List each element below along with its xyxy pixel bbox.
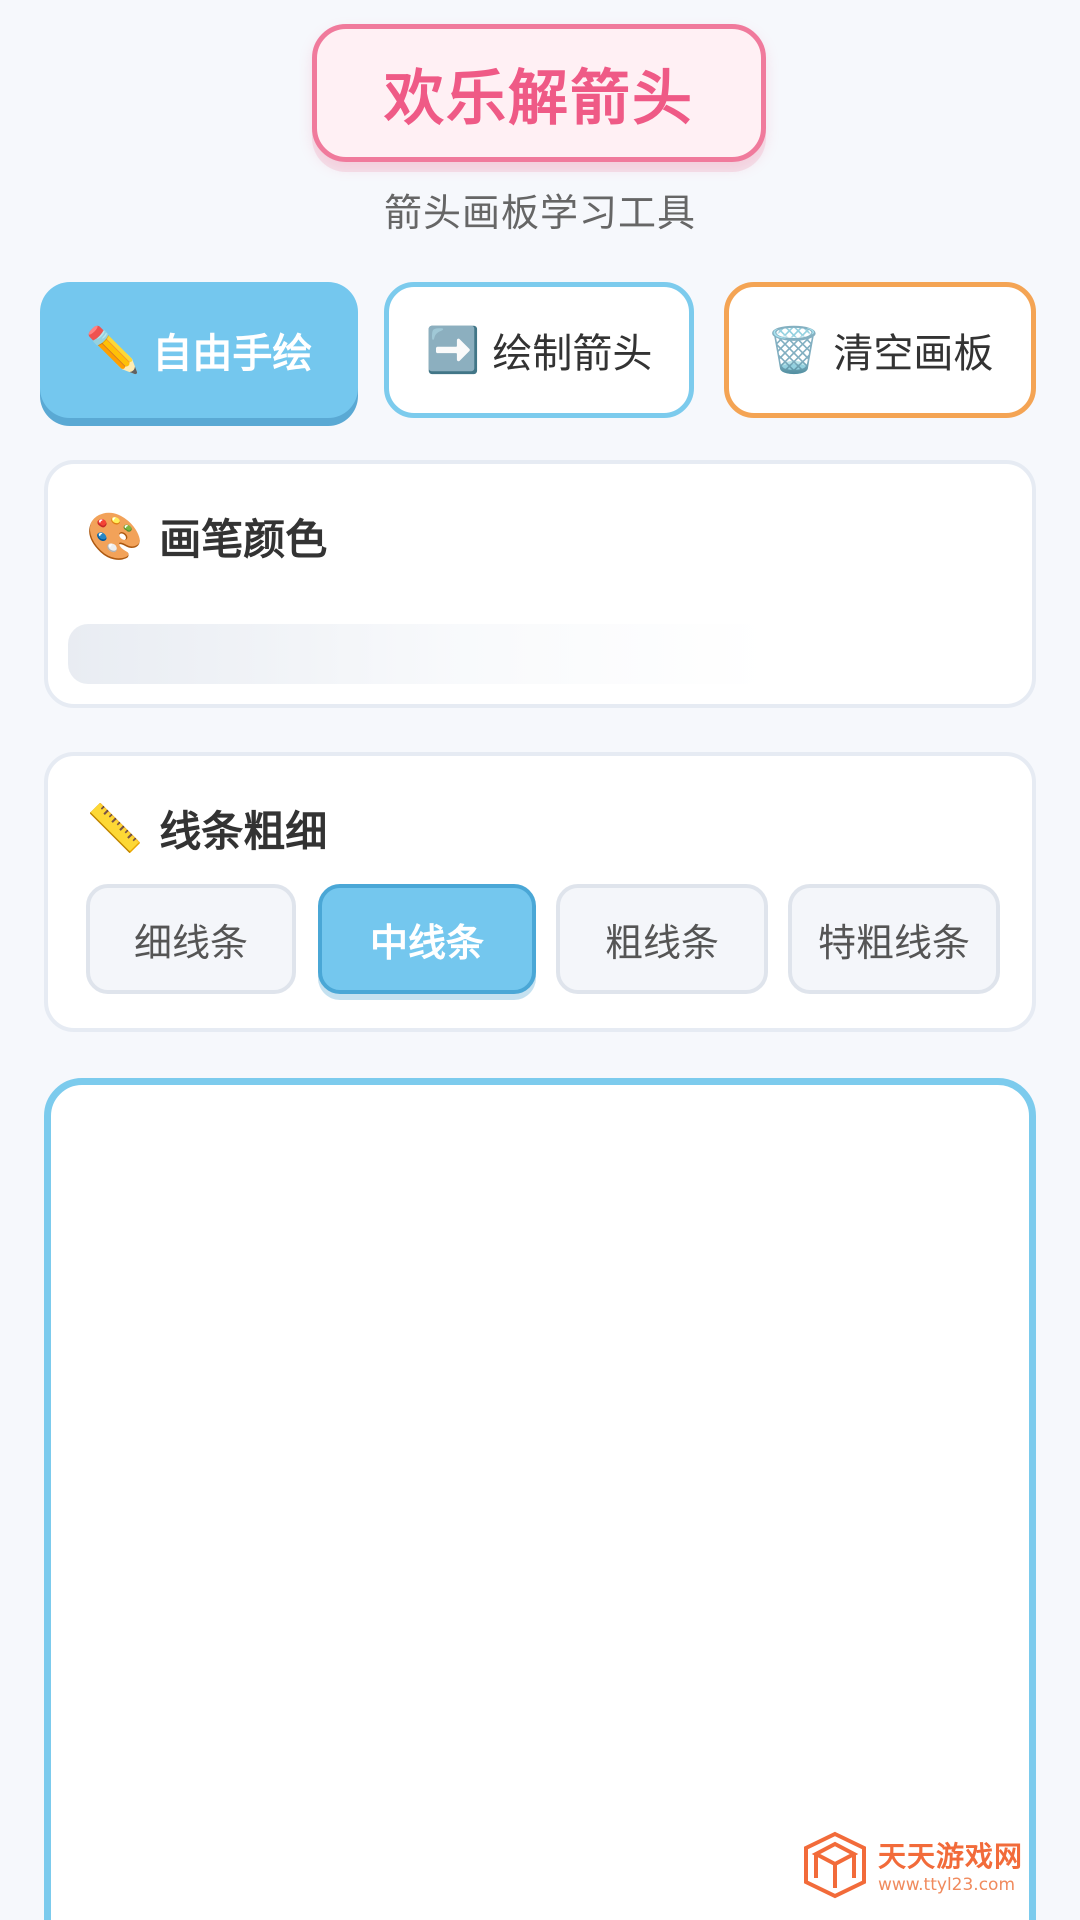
- draw-arrow-button[interactable]: ➡️ 绘制箭头: [384, 282, 694, 418]
- palette-icon: 🎨: [86, 509, 144, 563]
- right-arrow-icon: ➡️: [425, 325, 481, 376]
- color-swatch-row: [68, 624, 768, 684]
- watermark-logo-icon: [804, 1831, 866, 1899]
- watermark-name: 天天游戏网: [878, 1840, 1024, 1873]
- pencil-icon: ✏️: [85, 325, 141, 376]
- title-badge: 欢乐解箭头: [312, 24, 766, 162]
- free-draw-button[interactable]: ✏️ 自由手绘: [40, 282, 358, 418]
- drawing-canvas[interactable]: [44, 1078, 1036, 1920]
- trash-icon: 🗑️: [766, 325, 822, 376]
- watermark: 天天游戏网 www.ttyl23.com: [800, 1820, 1070, 1910]
- brush-color-panel: 🎨 画笔颜色: [44, 460, 1036, 708]
- brush-color-title: 画笔颜色: [159, 515, 328, 564]
- free-draw-label: 自由手绘: [152, 331, 313, 377]
- page-title: 欢乐解箭头: [384, 63, 694, 134]
- ruler-icon: 📏: [86, 801, 144, 855]
- clear-board-label: 清空画板: [833, 331, 994, 377]
- line-width-title: 线条粗细: [159, 807, 328, 856]
- watermark-url: www.ttyl23.com: [878, 1875, 1016, 1895]
- line-width-panel: 📏 线条粗细 细线条 中线条 粗线条 特粗线条: [44, 752, 1036, 1032]
- clear-board-button[interactable]: 🗑️ 清空画板: [724, 282, 1036, 418]
- width-option-thin[interactable]: 细线条: [86, 884, 296, 994]
- page-subtitle: 箭头画板学习工具: [383, 191, 696, 235]
- width-option-extra-thick[interactable]: 特粗线条: [788, 884, 1000, 994]
- app-screen: 欢乐解箭头 箭头画板学习工具 ✏️ 自由手绘 ➡️ 绘制箭头 🗑️ 清空画板 🎨…: [0, 0, 1080, 1920]
- width-option-thick[interactable]: 粗线条: [556, 884, 768, 994]
- brush-color-header: 🎨 画笔颜色: [86, 506, 327, 567]
- watermark-text: 天天游戏网 www.ttyl23.com: [878, 1835, 1023, 1895]
- draw-arrow-label: 绘制箭头: [492, 331, 653, 377]
- line-width-header: 📏 线条粗细: [86, 798, 327, 859]
- width-option-medium[interactable]: 中线条: [318, 884, 536, 994]
